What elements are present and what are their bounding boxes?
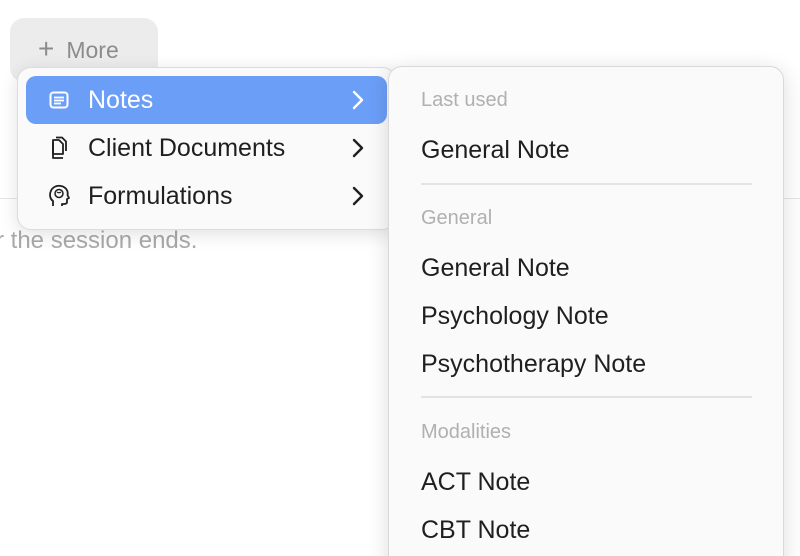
section-divider	[421, 396, 752, 398]
chevron-right-icon	[352, 186, 364, 206]
submenu-item-general-note[interactable]: General Note	[421, 254, 570, 283]
menu-item-notes[interactable]: Notes	[26, 76, 387, 124]
chevron-right-icon	[352, 138, 364, 158]
menu-item-formulations[interactable]: Formulations	[26, 172, 387, 220]
helper-text: r the session ends.	[0, 227, 198, 254]
notes-submenu: Last used General Note General General N…	[388, 66, 784, 556]
menu-item-label: Client Documents	[88, 133, 286, 162]
submenu-item-cbt-note[interactable]: CBT Note	[421, 516, 530, 545]
submenu-item-general-note-recent[interactable]: General Note	[421, 136, 570, 165]
menu-item-label: Formulations	[88, 181, 233, 210]
plus-icon: +	[38, 33, 55, 64]
menu-item-client-documents[interactable]: Client Documents	[26, 124, 387, 172]
add-menu: Notes Client Documents Formulations	[17, 67, 396, 230]
note-icon	[48, 88, 70, 112]
submenu-item-psychotherapy-note[interactable]: Psychotherapy Note	[421, 350, 646, 379]
submenu-item-psychology-note[interactable]: Psychology Note	[421, 302, 609, 331]
submenu-item-act-note[interactable]: ACT Note	[421, 468, 530, 497]
menu-item-label: Notes	[88, 85, 154, 114]
head-brain-icon	[48, 184, 70, 208]
section-header-modalities: Modalities	[421, 421, 512, 443]
chevron-right-icon	[352, 90, 364, 110]
section-divider	[421, 183, 752, 185]
section-header-last-used: Last used	[421, 89, 508, 111]
section-header-general: General	[421, 207, 493, 229]
more-button-label: More	[66, 37, 119, 63]
documents-icon	[48, 136, 70, 160]
